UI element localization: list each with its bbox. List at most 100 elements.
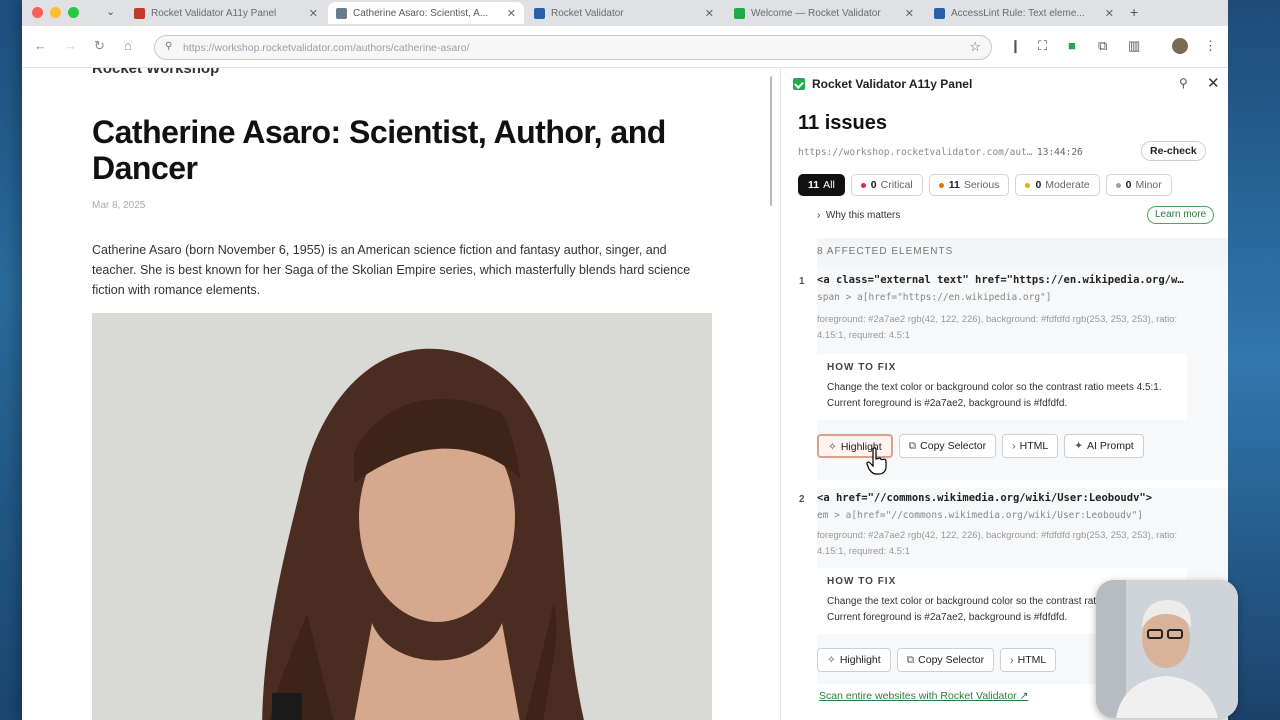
- rocket-validator-extension-icon[interactable]: ■: [1068, 38, 1076, 53]
- close-window-button[interactable]: [32, 7, 43, 18]
- scan-time: 13:44:26: [1037, 147, 1083, 158]
- how-to-fix-text: Change the text color or background colo…: [827, 382, 1162, 409]
- window-controls: [32, 7, 79, 18]
- filter-critical[interactable]: 0 Critical: [850, 174, 923, 196]
- home-icon[interactable]: ⌂: [124, 38, 132, 53]
- affected-elements-header: 8 AFFECTED ELEMENTS: [817, 238, 1228, 266]
- back-icon[interactable]: ←: [34, 38, 47, 53]
- filter-serious[interactable]: 11 Serious: [928, 174, 1010, 196]
- element-code: <a href="//commons.wikimedia.org/wiki/Us…: [817, 492, 1153, 504]
- element-actions: ✧ Highlight ⧉ Copy Selector › HTML: [817, 648, 1057, 672]
- minor-dot-icon: [1115, 182, 1121, 188]
- moderate-dot-icon: [1025, 182, 1031, 188]
- panel-header: Rocket Validator A11y Panel ⚲ ✕: [781, 68, 1228, 100]
- learn-more-link[interactable]: Learn more: [1147, 206, 1215, 224]
- hand-cursor-icon: [866, 447, 887, 475]
- site-logo-text[interactable]: Rocket Workshop: [92, 68, 219, 77]
- element-code: <a class="external text" href="https://e…: [817, 274, 1187, 286]
- element-contrast-info: foreground: #2a7ae2 rgb(42, 122, 226), b…: [817, 314, 1178, 341]
- address-bar[interactable]: ⚲ https://workshop.rocketvalidator.com/a…: [154, 35, 992, 60]
- url-text: https://workshop.rocketvalidator.com/aut…: [183, 41, 470, 54]
- article-title: Catherine Asaro: Scientist, Author, and …: [92, 114, 666, 186]
- portrait-illustration: [92, 313, 712, 720]
- pin-icon[interactable]: ⚲: [1179, 76, 1188, 90]
- element-selector: em > a[href="//commons.wikimedia.org/wik…: [817, 510, 1144, 521]
- tab-welcome[interactable]: Welcome — Rocket Validator ✕: [726, 2, 922, 24]
- tab-favicon-icon: [934, 7, 945, 19]
- element-contrast-info: foreground: #2a7ae2 rgb(42, 122, 226), b…: [817, 530, 1178, 557]
- panel-title: Rocket Validator A11y Panel: [812, 77, 973, 91]
- copy-selector-button[interactable]: ⧉ Copy Selector: [896, 648, 995, 672]
- extensions-puzzle-icon[interactable]: ⧉: [1098, 38, 1107, 54]
- rocket-validator-logo-icon: [793, 78, 805, 90]
- critical-dot-icon: [860, 182, 866, 188]
- how-to-fix-title: HOW TO FIX: [827, 362, 897, 373]
- tab-close-icon[interactable]: ✕: [507, 7, 516, 20]
- element-selector: span > a[href="https://en.wikipedia.org"…: [817, 292, 1052, 303]
- tab-favicon-icon: [134, 7, 145, 19]
- tab-search-icon[interactable]: ⌄: [106, 5, 115, 18]
- browser-toolbar: ← → ↻ ⌂ ⚲ https://workshop.rocketvalidat…: [22, 26, 1228, 68]
- side-panel-icon[interactable]: ▥: [1128, 38, 1140, 54]
- site-info-icon[interactable]: ⚲: [165, 41, 172, 52]
- tab-favicon-icon: [734, 7, 745, 19]
- page-scrollbar[interactable]: [770, 76, 772, 206]
- filter-all[interactable]: 11 All: [798, 174, 845, 196]
- scan-websites-link[interactable]: Scan entire websites with Rocket Validat…: [819, 690, 1028, 702]
- tab-close-icon[interactable]: ✕: [309, 7, 318, 20]
- page-content: Rocket Workshop Catherine Asaro: Scienti…: [22, 68, 772, 720]
- author-photo: [92, 313, 712, 720]
- how-to-fix-title: HOW TO FIX: [827, 576, 897, 587]
- tab-a11y-panel[interactable]: Rocket Validator A11y Panel ✕: [126, 2, 326, 24]
- chevron-right-icon: ›: [1010, 654, 1014, 666]
- serious-dot-icon: [938, 182, 944, 188]
- chevron-right-icon: ›: [1012, 440, 1016, 452]
- copy-selector-button[interactable]: ⧉ Copy Selector: [898, 434, 997, 458]
- html-button[interactable]: › HTML: [1002, 434, 1059, 458]
- presenter-illustration: [1096, 580, 1238, 718]
- tab-accesslint[interactable]: AccessLint Rule: Text eleme... ✕: [926, 2, 1122, 24]
- bookmark-star-icon[interactable]: ☆: [969, 39, 981, 55]
- new-tab-icon[interactable]: +: [1130, 4, 1138, 20]
- extension-info-icon[interactable]: ❙: [1010, 38, 1021, 54]
- issues-count: 11 issues: [798, 112, 887, 134]
- copy-icon: ⧉: [908, 440, 917, 452]
- chevron-right-icon: ›: [817, 210, 821, 221]
- how-to-fix-box: HOW TO FIX Change the text color or back…: [817, 354, 1187, 420]
- filter-minor[interactable]: 0 Minor: [1105, 174, 1172, 196]
- why-this-matters-toggle[interactable]: › Why this matters: [817, 210, 900, 221]
- tab-strip: ⌄ Rocket Validator A11y Panel ✕ Catherin…: [22, 0, 1228, 26]
- screenshot-icon[interactable]: ⛶: [1038, 38, 1047, 54]
- element-number: 2: [799, 494, 805, 505]
- highlight-button[interactable]: ✧ Highlight: [817, 648, 891, 672]
- html-button[interactable]: › HTML: [1000, 648, 1057, 672]
- article-date: Mar 8, 2025: [92, 200, 146, 211]
- tab-close-icon[interactable]: ✕: [905, 7, 914, 20]
- tab-close-icon[interactable]: ✕: [705, 7, 714, 20]
- menu-kebab-icon[interactable]: ⋮: [1204, 38, 1217, 54]
- copy-icon: ⧉: [906, 654, 915, 666]
- presenter-webcam: [1096, 580, 1238, 718]
- tab-favicon-icon: [534, 7, 545, 19]
- close-panel-icon[interactable]: ✕: [1207, 74, 1220, 92]
- tab-rocket-validator[interactable]: Rocket Validator ✕: [526, 2, 722, 24]
- sparkle-icon: ✦: [1074, 440, 1084, 452]
- filter-moderate[interactable]: 0 Moderate: [1015, 174, 1100, 196]
- article-intro: Catherine Asaro (born November 6, 1955) …: [92, 243, 691, 297]
- browser-window: ⌄ Rocket Validator A11y Panel ✕ Catherin…: [22, 0, 1228, 720]
- zoom-window-button[interactable]: [68, 7, 79, 18]
- minimize-window-button[interactable]: [50, 7, 61, 18]
- severity-filters: 11 All 0 Critical 11 Serious 0 Moderate 0 Min…: [798, 174, 1172, 196]
- profile-avatar[interactable]: [1172, 38, 1188, 54]
- recheck-button[interactable]: Re-check: [1141, 141, 1206, 161]
- element-number: 1: [799, 276, 805, 287]
- tab-catherine-asaro[interactable]: Catherine Asaro: Scientist, A... ✕: [328, 2, 524, 24]
- tab-favicon-icon: [336, 7, 347, 19]
- ai-prompt-button[interactable]: ✦ AI Prompt: [1064, 434, 1144, 458]
- scan-url: https://workshop.rocketvalidator.com/aut…: [798, 147, 1036, 158]
- reload-icon[interactable]: ↻: [94, 38, 105, 54]
- forward-icon[interactable]: →: [64, 38, 77, 53]
- highlight-icon: ✧: [828, 441, 837, 453]
- tab-close-icon[interactable]: ✕: [1105, 7, 1114, 20]
- highlight-icon: ✧: [827, 654, 836, 666]
